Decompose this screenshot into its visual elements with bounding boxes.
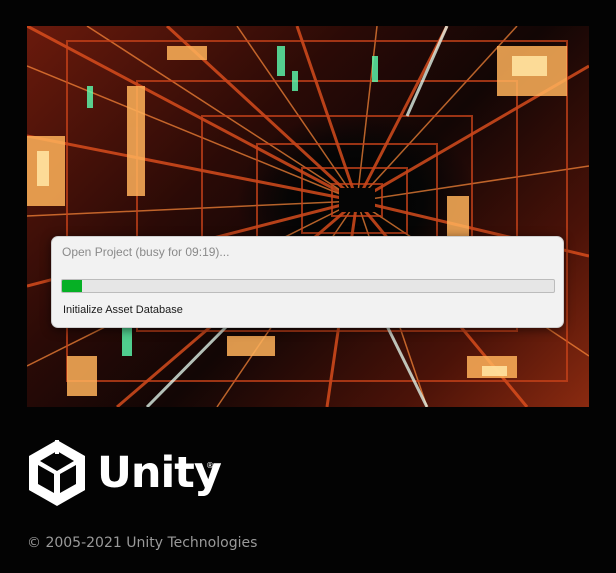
abstract-tunnel-art [27, 26, 589, 407]
registered-trademark: ® [206, 461, 214, 470]
unity-wordmark: Unity [97, 448, 222, 498]
unity-cube-icon [29, 440, 85, 506]
dialog-title: Open Project (busy for 09:19)... [62, 245, 230, 259]
progress-status-text: Initialize Asset Database [63, 304, 183, 316]
copyright-notice: © 2005-2021 Unity Technologies [27, 535, 258, 551]
progress-bar [61, 279, 555, 293]
unity-splash-window: Open Project (busy for 09:19)... Initial… [0, 0, 616, 573]
splash-artwork [27, 26, 589, 407]
progress-bar-fill [62, 280, 82, 292]
progress-dialog: Open Project (busy for 09:19)... Initial… [51, 236, 564, 328]
